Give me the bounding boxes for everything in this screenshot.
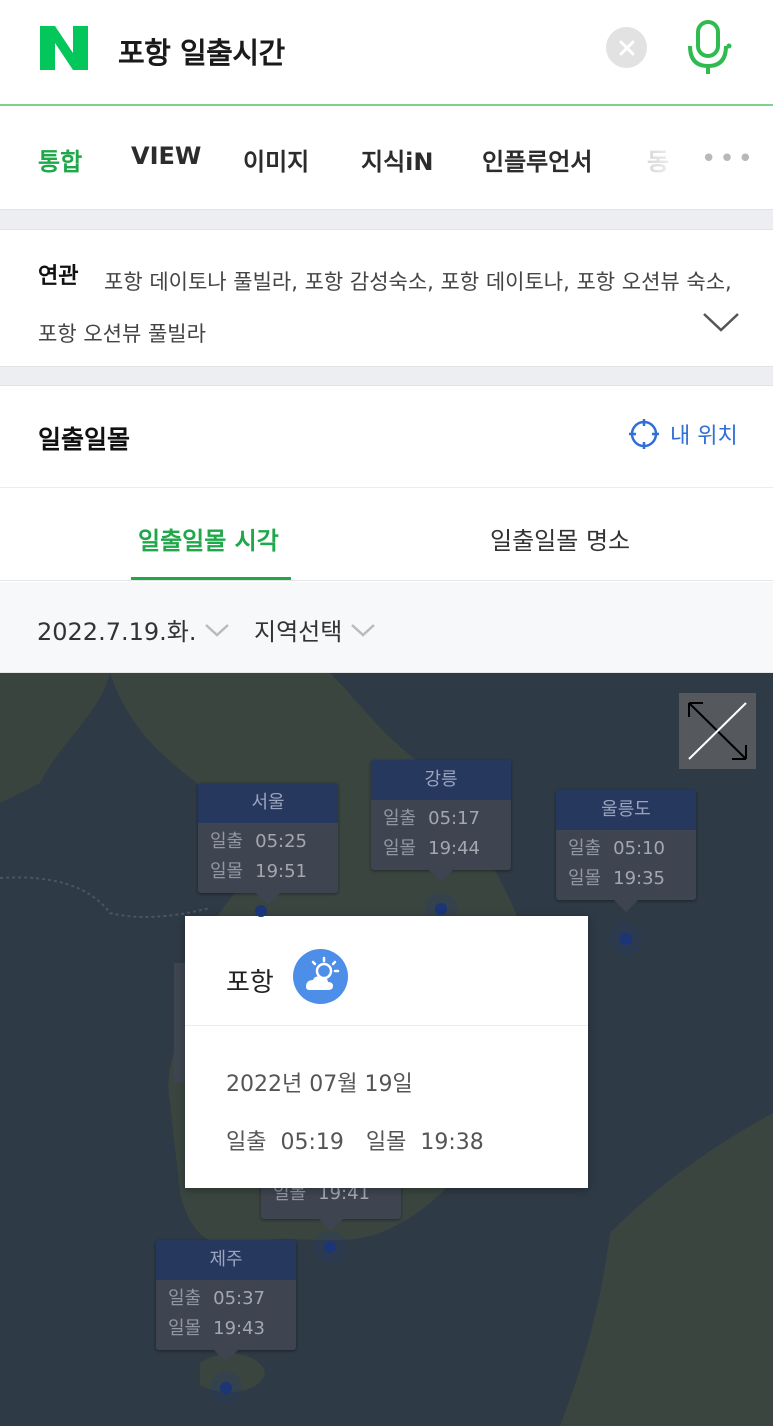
map-marker-seoul[interactable] bbox=[255, 905, 267, 917]
partly-cloudy-icon bbox=[293, 949, 348, 1004]
city-name: 제주 bbox=[156, 1240, 296, 1280]
card-title: 일출일몰 bbox=[38, 425, 131, 454]
chevron-down-icon bbox=[205, 623, 230, 637]
close-icon bbox=[619, 40, 634, 55]
city-name: 강릉 bbox=[371, 760, 511, 800]
sunset-label: 일몰 bbox=[210, 861, 244, 882]
my-location-label: 내 위치 bbox=[670, 424, 738, 449]
tab-images[interactable]: 이미지 bbox=[243, 142, 309, 177]
sunrise-time: 05:25 bbox=[255, 831, 307, 852]
sunrise-card-header: 일출일몰 내 위치 bbox=[0, 386, 773, 488]
region-select[interactable]: 지역선택 bbox=[254, 612, 376, 647]
map-marker-hidden[interactable] bbox=[324, 1241, 336, 1253]
search-query[interactable]: 포항 일출시간 bbox=[118, 30, 285, 72]
search-header: 포항 일출시간 bbox=[0, 0, 773, 106]
section-divider bbox=[0, 366, 773, 386]
map-marker-jeju[interactable] bbox=[220, 1382, 232, 1394]
tab-sunrise-spots[interactable]: 일출일몰 명소 bbox=[490, 521, 630, 556]
popup-date: 2022년 07월 19일 bbox=[226, 1072, 413, 1097]
date-select-value: 2022.7.19.화. bbox=[37, 618, 197, 646]
tab-fade-overlay bbox=[630, 106, 690, 209]
expand-map-button[interactable] bbox=[679, 693, 756, 769]
region-select-value: 지역선택 bbox=[254, 618, 343, 646]
sunrise-time: 05:10 bbox=[613, 838, 665, 859]
active-tab-underline bbox=[131, 577, 291, 580]
sunset-label: 일몰 bbox=[568, 868, 602, 889]
crosshair-icon bbox=[629, 419, 659, 449]
sunset-time: 19:51 bbox=[255, 861, 307, 882]
sunrise-label: 일출 bbox=[210, 831, 244, 852]
city-name: 울릉도 bbox=[556, 790, 696, 830]
tab-view[interactable]: VIEW bbox=[131, 142, 201, 170]
search-tabs: 통합 VIEW 이미지 지식iN 인플루언서 동 ••• bbox=[0, 106, 773, 209]
expand-icon bbox=[688, 702, 747, 760]
popup-times: 일출 05:19 일몰 19:38 bbox=[226, 1124, 506, 1156]
section-divider bbox=[0, 209, 773, 230]
sunrise-label: 일출 bbox=[168, 1288, 202, 1309]
tab-knowledge-in[interactable]: 지식iN bbox=[361, 142, 433, 177]
sunset-time: 19:35 bbox=[613, 868, 665, 889]
popup-city-name: 포항 bbox=[226, 968, 274, 998]
city-name: 서울 bbox=[198, 783, 338, 823]
related-keywords[interactable]: 포항 데이토나 풀빌라, 포항 감성숙소, 포항 데이토나, 포항 오션뷰 숙소… bbox=[38, 256, 738, 360]
tab-influencer[interactable]: 인플루언서 bbox=[482, 142, 592, 177]
popup-divider bbox=[185, 1025, 588, 1026]
sunrise-label: 일출 bbox=[226, 1130, 267, 1155]
sunrise-time: 05:19 bbox=[280, 1130, 344, 1155]
my-location-button[interactable]: 내 위치 bbox=[628, 418, 738, 450]
city-detail-popup: 포항 2022년 07월 19일 일출 05:19 일몰 19:38 bbox=[185, 916, 588, 1188]
sunrise-time: 05:37 bbox=[213, 1288, 265, 1309]
sunset-time: 19:43 bbox=[213, 1318, 265, 1339]
sunset-label: 일몰 bbox=[365, 1130, 407, 1155]
tab-all[interactable]: 통합 bbox=[38, 142, 82, 177]
map-marker-gangneung[interactable] bbox=[435, 903, 447, 915]
microphone-icon[interactable] bbox=[682, 18, 734, 78]
related-searches: 연관 포항 데이토나 풀빌라, 포항 감성숙소, 포항 데이토나, 포항 오션뷰… bbox=[0, 230, 773, 366]
city-card-seoul[interactable]: 서울 일출 05:25 일몰 19:51 bbox=[198, 783, 338, 905]
tab-sunrise-times[interactable]: 일출일몰 시각 bbox=[138, 521, 279, 556]
sunrise-label: 일출 bbox=[383, 808, 417, 829]
chevron-down-icon[interactable] bbox=[702, 310, 740, 334]
sunrise-label: 일출 bbox=[568, 838, 602, 859]
clear-search-button[interactable] bbox=[606, 27, 647, 68]
sunrise-sub-tabs: 일출일몰 시각 일출일몰 명소 bbox=[0, 489, 773, 581]
city-card-ulleungdo[interactable]: 울릉도 일출 05:10 일몰 19:35 bbox=[556, 790, 696, 912]
chevron-down-icon bbox=[351, 623, 376, 637]
sunset-time: 19:44 bbox=[428, 838, 480, 859]
sunrise-time: 05:17 bbox=[428, 808, 480, 829]
filter-row: 2022.7.19.화. 지역선택 bbox=[0, 582, 773, 673]
sunset-label: 일몰 bbox=[168, 1318, 202, 1339]
city-card-jeju[interactable]: 제주 일출 05:37 일몰 19:43 bbox=[156, 1240, 296, 1362]
date-select[interactable]: 2022.7.19.화. bbox=[37, 612, 230, 647]
map-marker-ulleungdo[interactable] bbox=[620, 933, 632, 945]
more-tabs-button[interactable]: ••• bbox=[697, 144, 757, 174]
naver-logo-icon[interactable] bbox=[38, 24, 90, 72]
city-card-gangneung[interactable]: 강릉 일출 05:17 일몰 19:44 bbox=[371, 760, 511, 882]
sunrise-map[interactable]: 서울 일출 05:25 일몰 19:51 강릉 일출 05:17 일몰 19:44 울릉… bbox=[0, 673, 773, 1426]
sunset-time: 19:38 bbox=[420, 1130, 484, 1155]
sunset-label: 일몰 bbox=[383, 838, 417, 859]
